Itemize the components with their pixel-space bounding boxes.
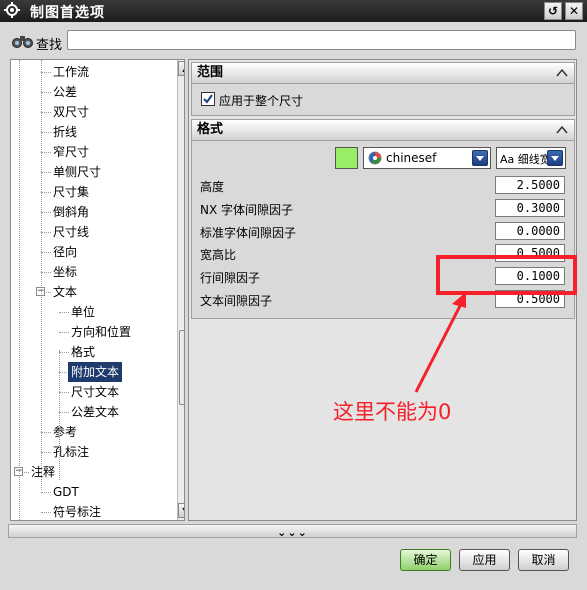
tree-item-label: 注释 <box>31 465 56 479</box>
line-style-value: Aa 细线宽 <box>500 153 551 166</box>
tree-guide-line <box>41 60 42 490</box>
tree-item[interactable]: 格式 <box>11 342 175 362</box>
tree-item[interactable]: 公差文本 <box>11 402 175 422</box>
tree-item-label: 坐标 <box>53 265 78 279</box>
format-field-label: 宽高比 <box>200 248 237 263</box>
preferences-tree: 工作流公差双尺寸折线窄尺寸单侧尺寸尺寸集倒斜角尺寸线径向坐标 − 文本单位方向和位置… <box>10 59 185 521</box>
tree-guide-line <box>19 60 20 520</box>
ok-button[interactable]: 确定 <box>400 549 451 571</box>
tree-item-label: 附加文本 <box>68 362 123 382</box>
tree-item[interactable]: 尺寸文本 <box>11 382 175 402</box>
font-dropdown-button[interactable] <box>472 150 488 166</box>
tree-item[interactable]: − 文本 <box>11 282 175 302</box>
format-field-input[interactable]: 2.5000 <box>495 176 565 194</box>
tree-item[interactable]: 窄尺寸 <box>11 142 175 162</box>
font-select[interactable]: chinesef <box>363 147 491 169</box>
tree-item[interactable]: 倒斜角 <box>11 202 175 222</box>
tree-item[interactable]: 径向 <box>11 242 175 262</box>
format-field-label: NX 字体间隙因子 <box>200 202 294 217</box>
tree-item-label: 尺寸集 <box>53 185 90 199</box>
binoculars-icon <box>12 36 33 48</box>
collapse-icon[interactable] <box>556 124 568 136</box>
chevron-down-icon <box>476 156 484 161</box>
annotation-text: 这里不能为0 <box>333 400 452 424</box>
expand-chevron-icon: ⌄⌄⌄ <box>277 526 308 539</box>
tree-item-label: 尺寸文本 <box>71 385 120 399</box>
tree-item[interactable]: 符号标注 <box>11 502 175 520</box>
tree-item-label: 径向 <box>53 245 78 259</box>
apply-whole-dimension-label: 应用于整个尺寸 <box>219 94 304 108</box>
tree-item-label: GDT <box>53 485 79 499</box>
tree-item[interactable]: 双尺寸 <box>11 102 175 122</box>
checkmark-icon <box>203 94 213 104</box>
tree-item-label: 折线 <box>53 125 78 139</box>
tree-item[interactable]: 尺寸集 <box>11 182 175 202</box>
tree-item-label: 窄尺寸 <box>53 145 90 159</box>
annotation-highlight-box <box>436 255 577 295</box>
format-field-label: 文本间隙因子 <box>200 294 273 308</box>
format-section-header[interactable]: 格式 <box>191 119 575 141</box>
chevron-down-icon <box>551 156 559 161</box>
tree-item-label: 格式 <box>71 345 96 359</box>
tree-item[interactable]: 坐标 <box>11 262 175 282</box>
format-field-label: 标准字体间隙因子 <box>200 225 297 240</box>
tree-item-label: 方向和位置 <box>71 325 132 339</box>
tree-item[interactable]: 单位 <box>11 302 175 322</box>
font-icon <box>368 151 382 165</box>
line-style-select[interactable]: Aa 细线宽 <box>496 147 566 169</box>
tree-item-label: 符号标注 <box>53 505 102 519</box>
window-title: 制图首选项 <box>30 5 105 21</box>
cancel-button[interactable]: 取消 <box>518 549 569 571</box>
scroll-thumb[interactable] <box>179 330 184 405</box>
close-button[interactable]: ✕ <box>565 2 583 20</box>
gear-icon[interactable] <box>4 2 20 18</box>
tree-item[interactable]: 尺寸线 <box>11 222 175 242</box>
format-field-input[interactable]: 0.3000 <box>495 198 565 217</box>
tree-scrollbar[interactable]: ▲ ▼ <box>177 60 184 520</box>
tree-item-label: 文本 <box>53 285 78 299</box>
tree-item[interactable]: 折线 <box>11 122 175 142</box>
tree-item[interactable]: 工作流 <box>11 62 175 82</box>
format-field-input[interactable]: 0.0000 <box>495 221 565 240</box>
tree-item[interactable]: 单侧尺寸 <box>11 162 175 182</box>
tree-item-label: 参考 <box>53 425 78 439</box>
tree-item-label: 尺寸线 <box>53 225 90 239</box>
format-header-label: 格式 <box>197 122 224 137</box>
tree-guide-line <box>59 350 60 480</box>
tree-item-label: 孔标注 <box>53 445 90 459</box>
scroll-down-button[interactable]: ▼ <box>178 503 184 518</box>
tree-item-label: 倒斜角 <box>53 205 90 219</box>
find-bar: 查找 <box>0 26 587 56</box>
tree-item[interactable]: GDT <box>11 482 175 502</box>
apply-button[interactable]: 应用 <box>459 549 510 571</box>
scroll-up-button[interactable]: ▲ <box>178 61 184 76</box>
tree-item[interactable]: 公差 <box>11 82 175 102</box>
title-bar: 制图首选项 ↺ ✕ <box>0 0 587 22</box>
tree-item[interactable]: − 注释 <box>11 462 175 482</box>
format-field-label: 行间隙因子 <box>200 271 261 286</box>
style-dropdown-button[interactable] <box>547 150 563 166</box>
tree-item-label: 单侧尺寸 <box>53 165 102 179</box>
text-color-swatch[interactable] <box>335 147 358 169</box>
find-label: 查找 <box>36 38 63 53</box>
scope-section-body: 应用于整个尺寸 <box>191 84 575 116</box>
tree-item[interactable]: 方向和位置 <box>11 322 175 342</box>
tree-item-label: 公差 <box>53 85 78 99</box>
scope-header-label: 范围 <box>197 65 224 80</box>
reset-button[interactable]: ↺ <box>544 2 562 20</box>
format-field-label: 高度 <box>200 180 225 194</box>
tree-item-label: 双尺寸 <box>53 105 90 119</box>
expand-more-strip[interactable]: ⌄⌄⌄ <box>8 524 577 539</box>
tree-item-label: 公差文本 <box>71 405 120 419</box>
font-name: chinesef <box>386 151 437 165</box>
tree-item-label: 单位 <box>71 305 96 319</box>
tree-item[interactable]: 孔标注 <box>11 442 175 462</box>
tree-item-label: 工作流 <box>53 65 90 79</box>
tree-item[interactable]: 参考 <box>11 422 175 442</box>
collapse-icon[interactable] <box>556 67 568 79</box>
scope-section-header[interactable]: 范围 <box>191 62 575 84</box>
apply-whole-dimension-checkbox[interactable] <box>201 92 215 106</box>
tree-item[interactable]: 附加文本 <box>11 362 175 382</box>
find-input[interactable] <box>67 30 576 50</box>
